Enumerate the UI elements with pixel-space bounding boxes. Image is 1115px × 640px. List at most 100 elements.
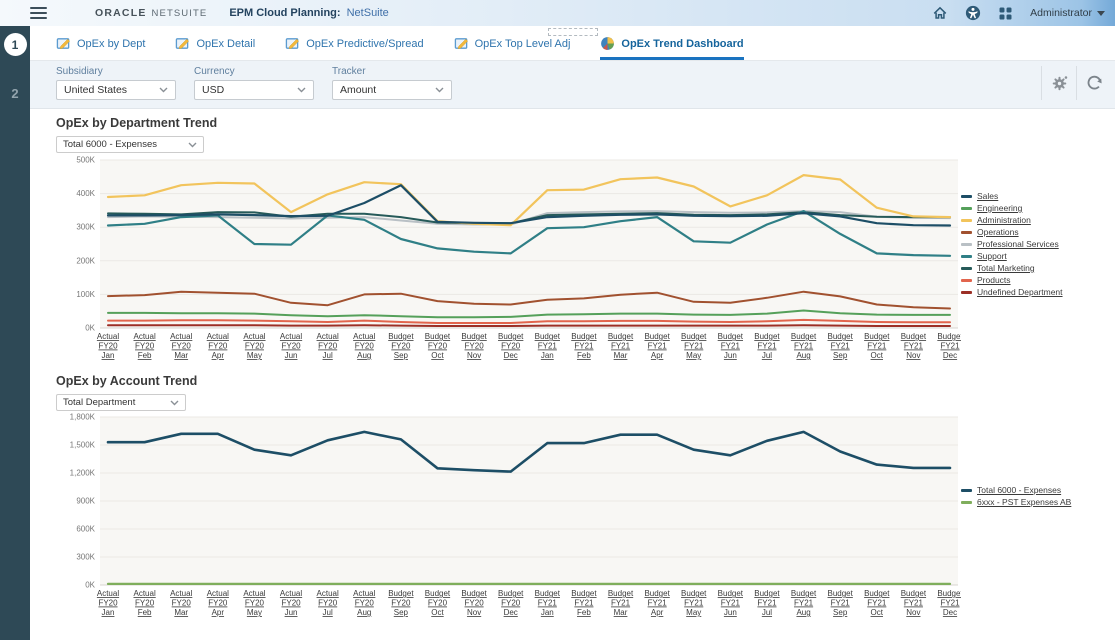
x-axis-label[interactable]: BudgetFY21May (681, 332, 707, 360)
x-axis-label[interactable]: BudgetFY21Feb (571, 332, 597, 360)
tab-opex-trend-dashboard[interactable]: OpEx Trend Dashboard (600, 36, 743, 60)
legend-label: Sales (977, 191, 998, 201)
y-tick-label: 0K (85, 581, 95, 590)
chart1-title: OpEx by Department Trend (56, 116, 1115, 130)
x-axis-label[interactable]: BudgetFY21Jan (535, 332, 561, 360)
tab-opex-top-level-adj[interactable]: OpEx Top Level Adj (454, 36, 571, 60)
legend-label: Total Marketing (977, 263, 1035, 273)
x-axis-label[interactable]: BudgetFY21May (681, 589, 707, 617)
x-axis-label[interactable]: BudgetFY21Aug (791, 589, 817, 617)
x-axis-label[interactable]: BudgetFY21Feb (571, 589, 597, 617)
tab-opex-predictive-spread[interactable]: OpEx Predictive/Spread (285, 36, 423, 60)
tab-opex-by-dept[interactable]: OpEx by Dept (56, 36, 145, 60)
currency-label: Currency (194, 66, 314, 77)
chart2-member-selector[interactable]: Total Department (56, 394, 186, 411)
legend-swatch (961, 243, 972, 246)
legend-item[interactable]: Engineering (961, 203, 1111, 213)
x-axis-label[interactable]: BudgetFY20Sep (388, 332, 414, 360)
y-tick-label: 100K (76, 290, 95, 299)
x-axis-label[interactable]: ActualFY20Jun (280, 332, 302, 360)
legend-item[interactable]: Undefined Department (961, 287, 1111, 297)
step-2-button[interactable]: 2 (11, 86, 18, 101)
legend-item[interactable]: Professional Services (961, 239, 1111, 249)
x-axis-label[interactable]: BudgetFY20Sep (388, 589, 414, 617)
legend-item[interactable]: Total 6000 - Expenses (961, 485, 1111, 495)
hamburger-icon[interactable] (30, 7, 47, 20)
x-axis-label[interactable]: BudgetFY21Dec (937, 589, 961, 617)
x-axis-label[interactable]: ActualFY20Jan (97, 589, 119, 617)
x-axis-label[interactable]: BudgetFY21Sep (827, 589, 853, 617)
x-axis-label[interactable]: BudgetFY20Oct (425, 332, 451, 360)
legend-item[interactable]: Support (961, 251, 1111, 261)
x-axis-label[interactable]: BudgetFY21Sep (827, 332, 853, 360)
step-1-label: 1 (12, 38, 19, 52)
subsidiary-label: Subsidiary (56, 66, 176, 77)
x-axis-label[interactable]: BudgetFY21Jul (754, 589, 780, 617)
legend-label: 6xxx - PST Expenses AB (977, 497, 1071, 507)
x-axis-label[interactable]: BudgetFY21Oct (864, 332, 890, 360)
x-axis-label[interactable]: ActualFY20Feb (133, 589, 155, 617)
x-axis-label[interactable]: BudgetFY20Dec (498, 589, 524, 617)
x-axis-label[interactable]: BudgetFY20Oct (425, 589, 451, 617)
x-axis-label[interactable]: BudgetFY21Jan (535, 589, 561, 617)
x-axis-label[interactable]: BudgetFY20Dec (498, 332, 524, 360)
legend-label: Administration (977, 215, 1031, 225)
legend-swatch (961, 291, 972, 294)
x-axis-label[interactable]: BudgetFY21Jul (754, 332, 780, 360)
refresh-icon[interactable] (1076, 66, 1111, 100)
legend-item[interactable]: 6xxx - PST Expenses AB (961, 497, 1111, 507)
x-axis-label[interactable]: BudgetFY21Oct (864, 589, 890, 617)
legend-item[interactable]: Administration (961, 215, 1111, 225)
legend-item[interactable]: Total Marketing (961, 263, 1111, 273)
x-axis-label[interactable]: BudgetFY21Jun (718, 589, 744, 617)
x-axis-label[interactable]: ActualFY20Apr (207, 589, 229, 617)
dashboard-drag-handle[interactable] (548, 28, 598, 36)
x-axis-label[interactable]: BudgetFY21Apr (644, 589, 670, 617)
x-axis-label[interactable]: BudgetFY21Mar (608, 332, 634, 360)
filter-tracker: Tracker Amount (332, 66, 452, 100)
x-axis-label[interactable]: BudgetFY21Nov (901, 332, 927, 360)
x-axis-label[interactable]: ActualFY20May (243, 589, 265, 617)
accessibility-icon[interactable] (965, 5, 981, 21)
tab-opex-detail[interactable]: OpEx Detail (175, 36, 255, 60)
x-axis-label[interactable]: BudgetFY20Nov (461, 589, 487, 617)
form-pencil-icon (56, 36, 71, 51)
x-axis-label[interactable]: ActualFY20May (243, 332, 265, 360)
y-tick-label: 1,200K (70, 469, 96, 478)
x-axis-label[interactable]: ActualFY20Aug (353, 589, 375, 617)
filter-subsidiary: Subsidiary United States (56, 66, 176, 100)
legend-item[interactable]: Operations (961, 227, 1111, 237)
x-axis-label[interactable]: BudgetFY21Apr (644, 332, 670, 360)
x-axis-label[interactable]: BudgetFY21Jun (718, 332, 744, 360)
user-menu[interactable]: Administrator (1030, 7, 1105, 19)
tracker-select[interactable]: Amount (332, 80, 452, 100)
step-1-button[interactable]: 1 (4, 33, 27, 56)
x-axis-label[interactable]: ActualFY20Aug (353, 332, 375, 360)
chart1-member-selector[interactable]: Total 6000 - Expenses (56, 136, 204, 153)
gear-icon[interactable] (1041, 66, 1076, 100)
home-icon[interactable] (932, 5, 948, 21)
x-axis-label[interactable]: ActualFY20Mar (170, 589, 192, 617)
y-tick-label: 200K (76, 256, 95, 265)
x-axis-label[interactable]: ActualFY20Jun (280, 589, 302, 617)
x-axis-label[interactable]: BudgetFY20Nov (461, 332, 487, 360)
x-axis-label[interactable]: ActualFY20Mar (170, 332, 192, 360)
x-axis-label[interactable]: ActualFY20Jul (317, 332, 339, 360)
y-tick-label: 900K (76, 497, 95, 506)
legend-item[interactable]: Products (961, 275, 1111, 285)
currency-select[interactable]: USD (194, 80, 314, 100)
filter-currency: Currency USD (194, 66, 314, 100)
subsidiary-select[interactable]: United States (56, 80, 176, 100)
tab-label: OpEx Top Level Adj (475, 38, 571, 50)
x-axis-label[interactable]: ActualFY20Jul (317, 589, 339, 617)
legend-item[interactable]: Sales (961, 191, 1111, 201)
x-axis-label[interactable]: BudgetFY21Nov (901, 589, 927, 617)
x-axis-label[interactable]: ActualFY20Jan (97, 332, 119, 360)
y-tick-label: 300K (76, 553, 95, 562)
x-axis-label[interactable]: BudgetFY21Mar (608, 589, 634, 617)
x-axis-label[interactable]: ActualFY20Feb (133, 332, 155, 360)
x-axis-label[interactable]: BudgetFY21Dec (937, 332, 961, 360)
x-axis-label[interactable]: ActualFY20Apr (207, 332, 229, 360)
apps-grid-icon[interactable] (998, 6, 1013, 21)
x-axis-label[interactable]: BudgetFY21Aug (791, 332, 817, 360)
